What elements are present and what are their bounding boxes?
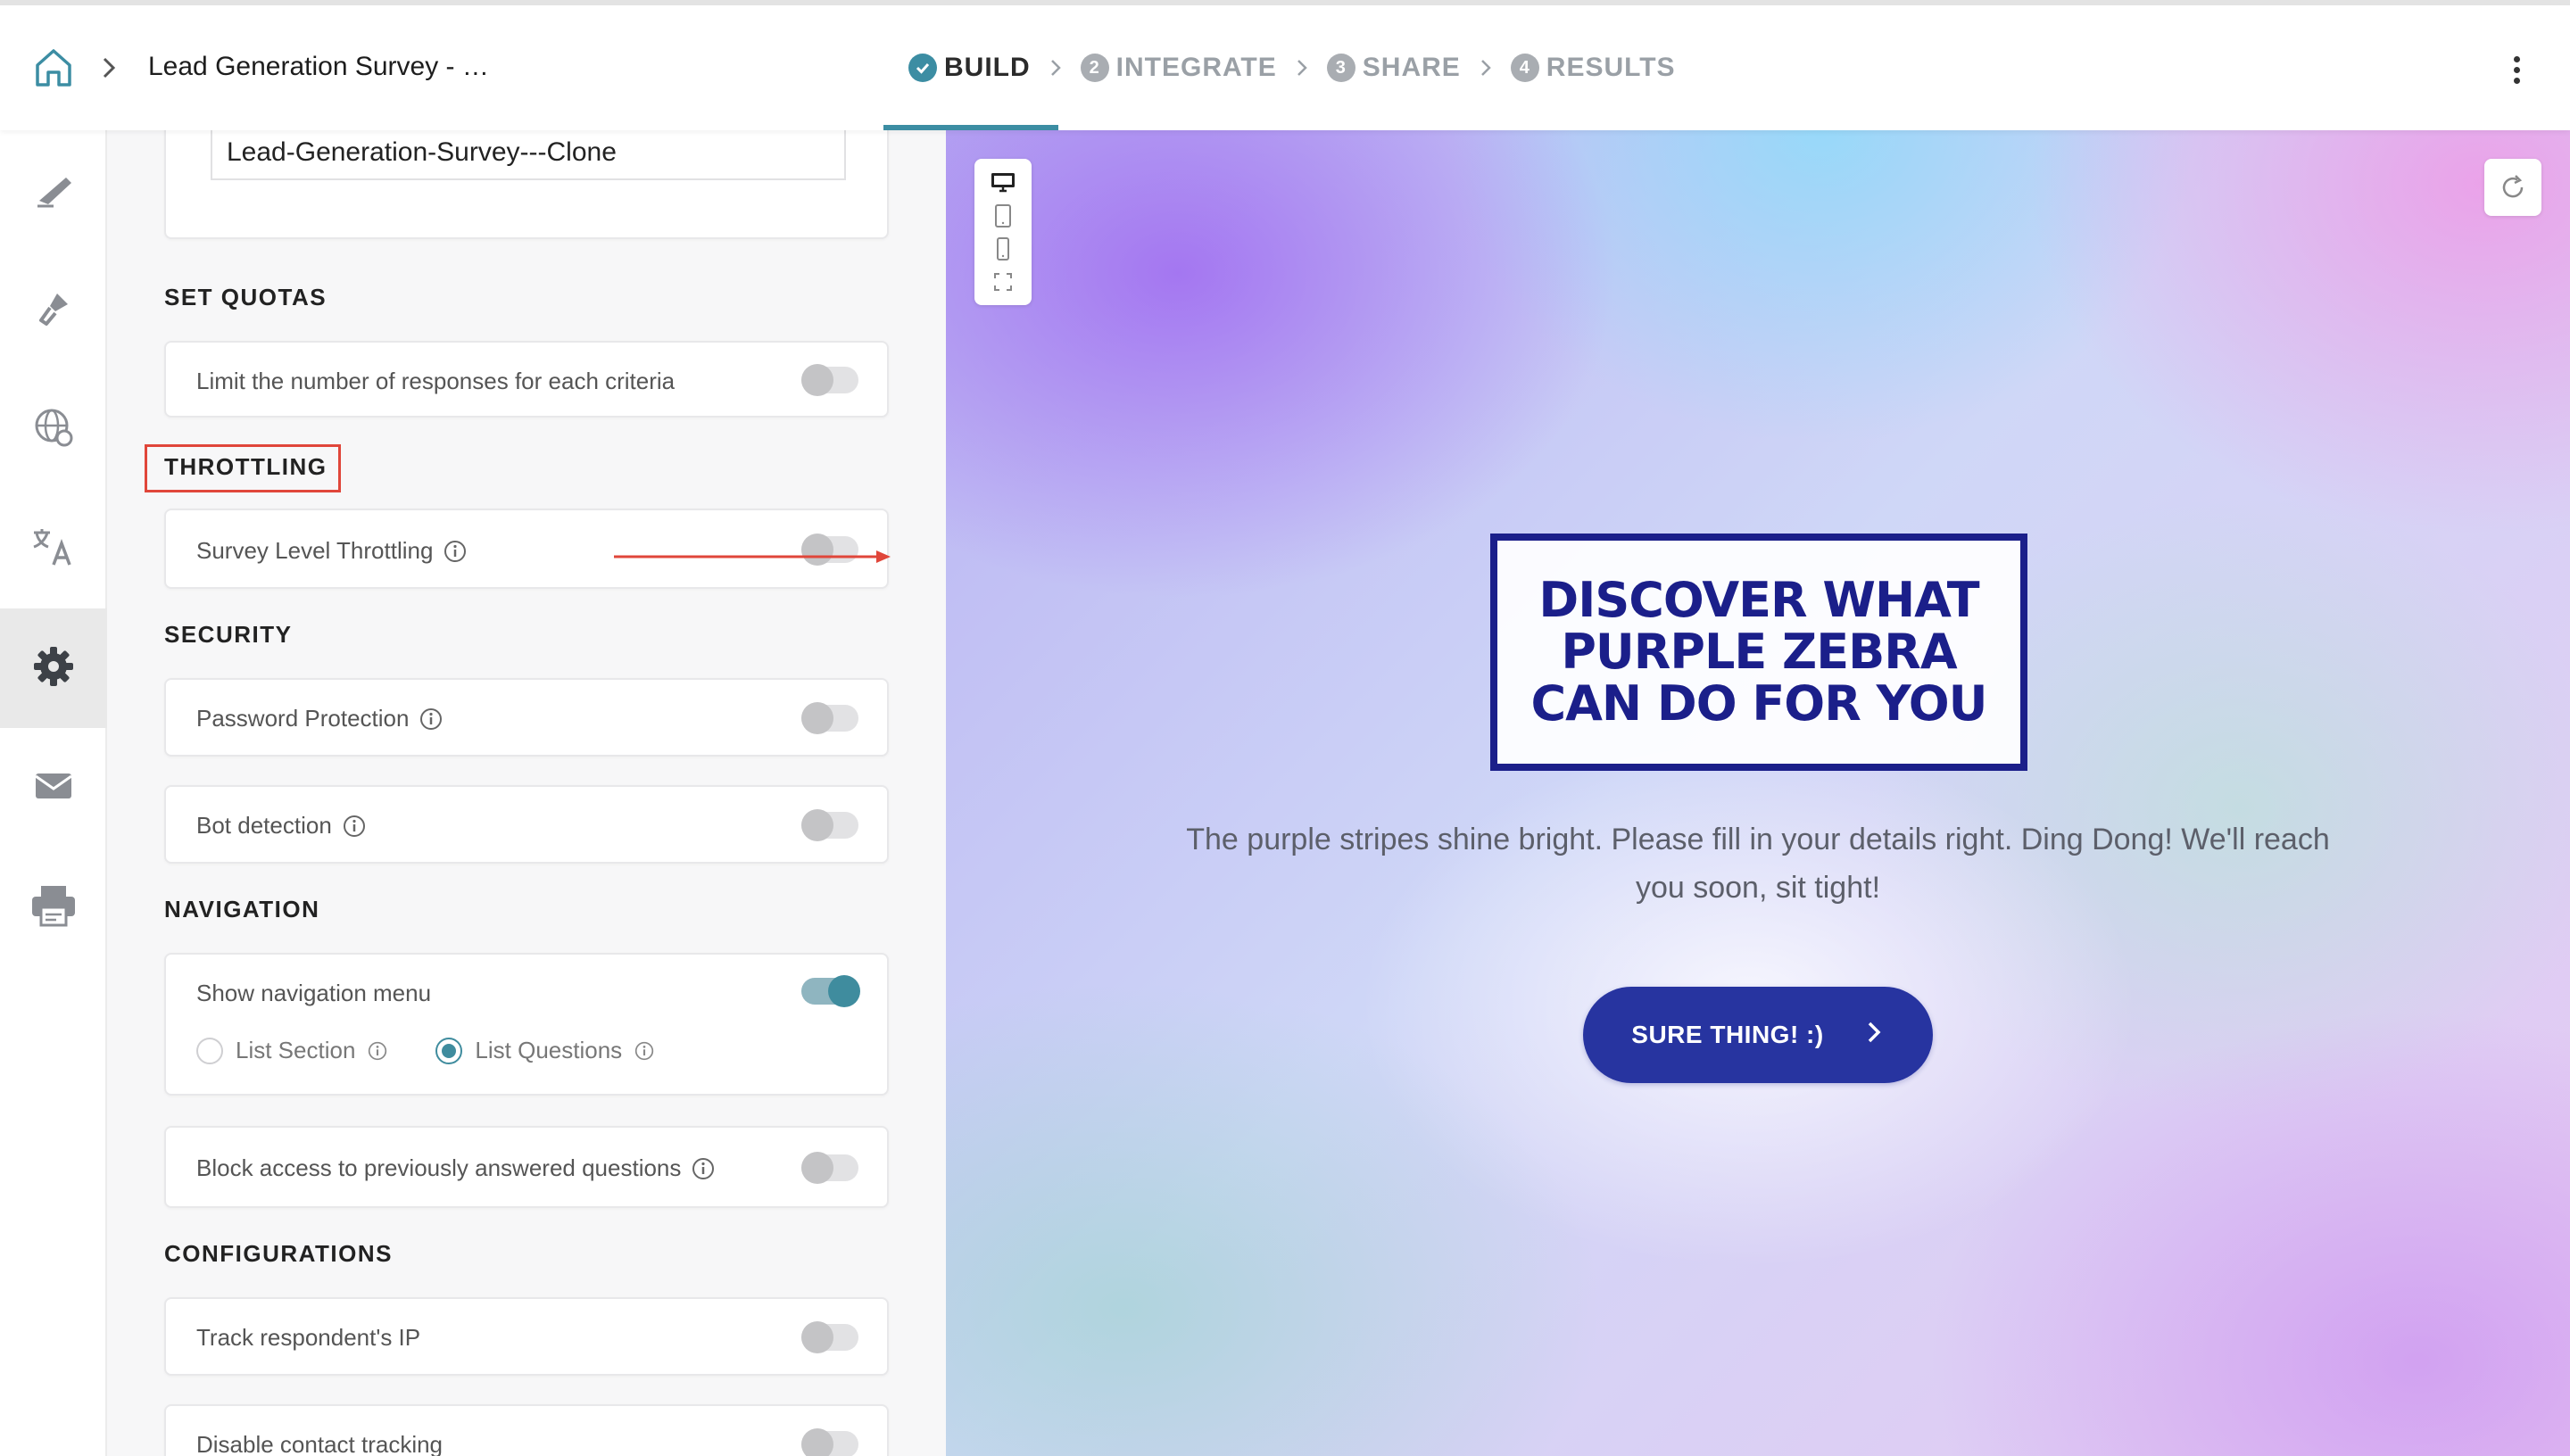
info-icon[interactable] [343,815,366,838]
refresh-preview-icon[interactable] [2484,159,2541,216]
print-icon [29,882,79,933]
tab-build[interactable]: BUILD [908,5,1031,130]
bot-detection-card: Bot detection [164,785,889,864]
top-header: Lead Generation Survey - … BUILD 2 INTEG… [0,0,2570,130]
step-chevron-icon [1461,55,1511,80]
step-chevron-icon [1031,55,1081,80]
desktop-view-icon[interactable] [987,169,1019,197]
info-icon[interactable] [444,540,467,563]
gear-icon [30,643,77,694]
section-heading-throttling: THROTTLING [164,453,327,480]
step-number: 3 [1326,54,1355,82]
block-access-card: Block access to previously answered ques… [164,1126,889,1208]
survey-throttling-row: Survey Level Throttling [196,537,467,565]
welcome-message: The purple stripes shine bright. Please … [1186,823,2330,905]
logo-line-3: CAN DO FOR YOU [1530,675,1987,732]
tab-integrate[interactable]: 2 INTEGRATE [1080,5,1277,130]
survey-name-card [164,130,889,239]
globe-icon [30,404,77,455]
password-toggle[interactable] [801,702,858,734]
survey-preview: DISCOVER WHAT PURPLE ZEBRA CAN DO FOR YO… [946,130,2570,1456]
block-access-label: Block access to previously answered ques… [196,1154,682,1181]
step-navigation: BUILD 2 INTEGRATE 3 SHARE 4 RESULTS [908,5,1676,130]
list-questions-radio[interactable] [435,1037,463,1064]
mobile-view-icon[interactable] [987,235,1019,263]
sidebar-item-design[interactable] [0,250,107,369]
list-section-radio[interactable] [196,1037,223,1064]
password-card: Password Protection [164,678,889,757]
sidebar [0,130,107,1456]
disable-contact-toggle[interactable] [801,1428,858,1456]
section-heading-configurations: CONFIGURATIONS [164,1240,393,1267]
disable-contact-label: Disable contact tracking [196,1431,444,1456]
step-number: 2 [1080,54,1109,82]
section-heading-security: SECURITY [164,621,293,648]
quota-limit-toggle[interactable] [801,364,858,396]
pointer-arrow-icon [614,550,891,563]
list-section-label: List Section [236,1037,356,1063]
sidebar-item-notifications[interactable] [0,728,107,848]
mail-icon [32,768,75,808]
tab-results[interactable]: 4 RESULTS [1510,5,1676,130]
list-questions-label: List Questions [475,1037,623,1063]
app: Lead Generation Survey - … BUILD 2 INTEG… [0,0,2570,1456]
tab-results-label: RESULTS [1546,53,1676,82]
section-heading-navigation: NAVIGATION [164,896,320,922]
disable-contact-card: Disable contact tracking [164,1404,889,1456]
check-icon [908,54,937,82]
more-options-icon[interactable] [2499,52,2534,87]
start-survey-label: SURE THING! :) [1631,1021,1824,1048]
step-number: 4 [1510,54,1539,82]
breadcrumb-chevron-icon [93,52,125,84]
password-row: Password Protection [196,705,443,732]
translate-icon [29,522,79,576]
info-icon[interactable] [368,1041,387,1061]
block-access-toggle[interactable] [801,1152,858,1184]
survey-title[interactable]: Lead Generation Survey - … [148,52,489,82]
device-toolbar [974,159,1032,305]
paint-brush-icon [30,285,77,335]
section-heading-quotas: SET QUOTAS [164,284,327,310]
brand-logo: DISCOVER WHAT PURPLE ZEBRA CAN DO FOR YO… [1490,534,2027,771]
bot-detection-row: Bot detection [196,812,366,840]
active-step-indicator [883,125,1058,130]
survey-throttling-label: Survey Level Throttling [196,537,434,564]
info-icon[interactable] [692,1157,715,1180]
password-label: Password Protection [196,705,410,732]
fullscreen-icon[interactable] [987,268,1019,296]
start-survey-button[interactable]: SURE THING! :) [1583,987,1933,1083]
survey-name-input[interactable] [211,130,846,180]
info-icon[interactable] [419,707,443,731]
navigation-options: List Section List Questions [196,1037,654,1064]
sidebar-item-languages[interactable] [0,369,107,489]
quota-limit-label: Limit the number of responses for each c… [196,368,676,394]
tab-integrate-label: INTEGRATE [1115,53,1277,82]
sidebar-item-settings[interactable] [0,608,107,728]
navigation-menu-card: Show navigation menu List Section List Q… [164,953,889,1096]
track-ip-toggle[interactable] [801,1321,858,1353]
info-icon[interactable] [634,1041,654,1061]
logo-line-2: PURPLE ZEBRA [1561,624,1957,680]
tab-build-label: BUILD [944,53,1031,82]
bot-detection-label: Bot detection [196,812,332,839]
home-icon[interactable] [30,45,77,91]
logo-line-1: DISCOVER WHAT [1538,572,1979,628]
sidebar-item-translate[interactable] [0,489,107,608]
show-navigation-label: Show navigation menu [196,980,432,1006]
tab-share-label: SHARE [1362,53,1461,82]
step-chevron-icon [1277,55,1327,80]
tab-share[interactable]: 3 SHARE [1326,5,1461,130]
chevron-right-icon [1863,1018,1885,1053]
pencil-icon [30,165,77,216]
sidebar-item-print[interactable] [0,848,107,967]
settings-panel: SET QUOTAS Limit the number of responses… [107,130,946,1456]
bot-detection-toggle[interactable] [801,809,858,841]
sidebar-item-build[interactable] [0,130,107,250]
block-access-row: Block access to previously answered ques… [196,1154,715,1182]
track-ip-card: Track respondent's IP [164,1297,889,1376]
show-navigation-toggle[interactable] [801,975,860,1007]
track-ip-label: Track respondent's IP [196,1324,421,1351]
quota-limit-card: Limit the number of responses for each c… [164,341,889,418]
tablet-view-icon[interactable] [987,202,1019,230]
